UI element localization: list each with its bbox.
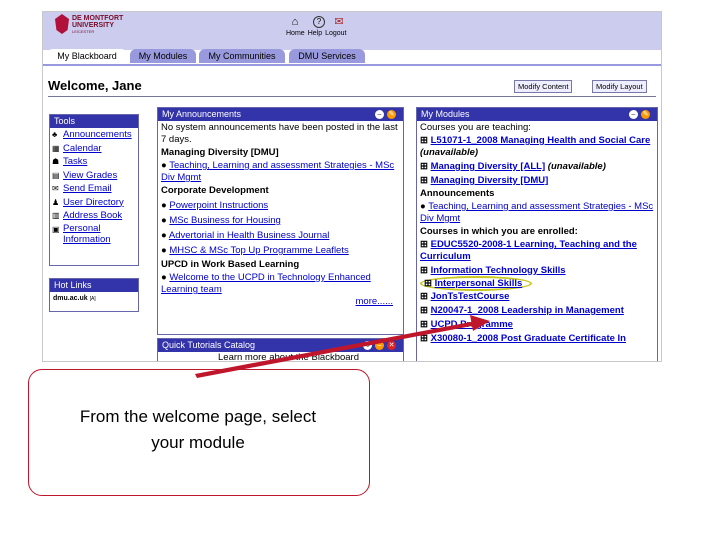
callout-arrow [195, 315, 490, 378]
arrow-head [470, 315, 490, 331]
arrow-shaft [195, 321, 477, 378]
